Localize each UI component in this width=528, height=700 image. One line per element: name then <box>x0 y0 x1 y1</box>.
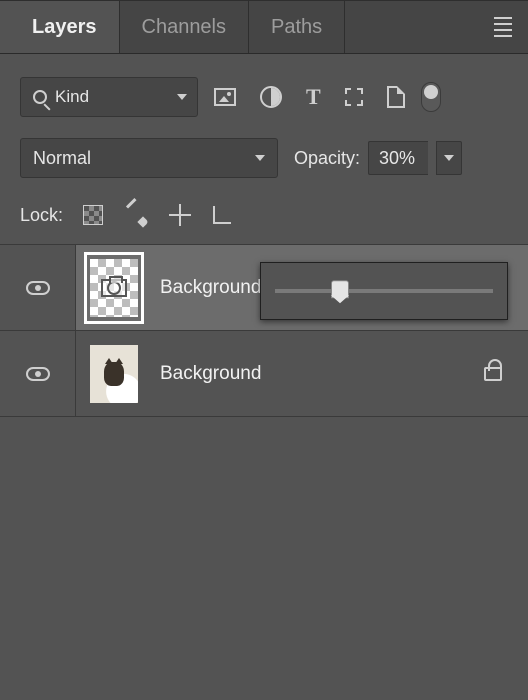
chevron-down-icon <box>177 94 187 100</box>
lock-image-pixels-icon[interactable] <box>125 204 147 226</box>
panel-tab-strip: Layers Channels Paths <box>0 0 528 54</box>
opacity-slider-track[interactable] <box>275 289 493 293</box>
filter-toggle-switch[interactable] <box>421 82 441 112</box>
chevron-down-icon <box>255 155 265 161</box>
lock-label: Lock: <box>20 205 63 226</box>
visibility-toggle-icon[interactable] <box>26 367 50 381</box>
visibility-toggle-icon[interactable] <box>26 281 50 295</box>
lock-artboard-icon[interactable] <box>213 206 231 224</box>
layer-name-label[interactable]: Background <box>160 363 484 385</box>
tab-paths[interactable]: Paths <box>249 1 345 53</box>
search-icon <box>33 90 47 104</box>
layer-row[interactable]: Background <box>0 331 528 417</box>
filter-adjustment-layers-icon[interactable] <box>260 86 282 108</box>
filter-shape-layers-icon[interactable] <box>345 88 363 106</box>
filter-kind-label: Kind <box>55 87 89 107</box>
opacity-flyout-button[interactable] <box>436 141 462 175</box>
layer-thumbnail[interactable] <box>84 338 144 410</box>
tab-channels[interactable]: Channels <box>120 1 250 53</box>
opacity-value: 30% <box>379 148 415 169</box>
tab-layers[interactable]: Layers <box>10 1 120 53</box>
opacity-slider-popup <box>260 262 508 320</box>
locked-layer-icon <box>484 367 502 381</box>
filter-pixel-layers-icon[interactable] <box>214 88 236 106</box>
filter-smart-object-icon[interactable] <box>387 86 405 108</box>
blend-mode-value: Normal <box>33 148 91 169</box>
chevron-down-icon <box>444 155 454 161</box>
lock-position-icon[interactable] <box>169 204 191 226</box>
opacity-label: Opacity: <box>294 148 360 169</box>
blend-mode-select[interactable]: Normal <box>20 138 278 178</box>
opacity-value-field[interactable]: 30% <box>368 141 428 175</box>
layer-filter-kind-select[interactable]: Kind <box>20 77 198 117</box>
smart-object-camera-icon <box>101 279 127 297</box>
panel-menu-icon[interactable] <box>490 13 516 41</box>
filter-type-layers-icon[interactable]: T <box>306 84 321 110</box>
lock-transparent-pixels-icon[interactable] <box>83 205 103 225</box>
layer-thumbnail[interactable] <box>84 252 144 324</box>
opacity-slider-thumb[interactable] <box>331 280 349 298</box>
